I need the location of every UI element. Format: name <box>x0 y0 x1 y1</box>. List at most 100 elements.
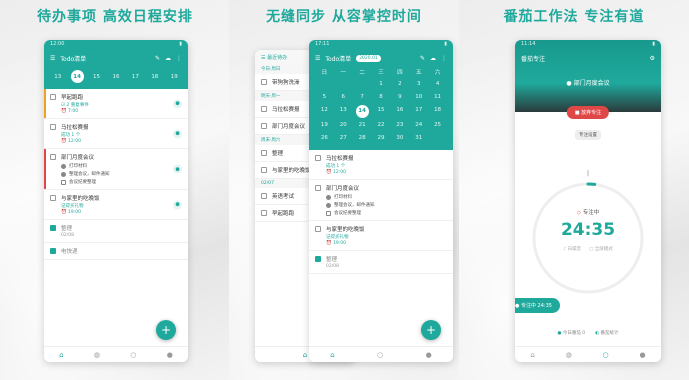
calendar-day[interactable]: 16 <box>390 105 409 116</box>
calendar-day[interactable]: 26 <box>315 133 334 144</box>
task-checkbox[interactable] <box>50 195 56 201</box>
date-chip[interactable]: 16 <box>109 70 122 83</box>
subtask-item[interactable]: 打印材料 <box>326 194 375 200</box>
task-row[interactable]: 部门月度会议 打印材料 整理会议，邮件通知 会议纪要整理 <box>309 180 453 221</box>
drop-icon[interactable]: ◍ <box>94 351 100 359</box>
menu-icon[interactable]: ☰ <box>50 55 55 62</box>
calendar-day[interactable]: 25 <box>428 120 447 131</box>
date-chip[interactable]: 14 <box>70 70 84 83</box>
home-icon[interactable]: ⌂ <box>59 351 63 359</box>
task-row[interactable]: 马拉松赛报 成功 1 个 ⏰ 12:00 ● <box>44 119 188 149</box>
circle-icon[interactable]: ○ <box>377 351 383 359</box>
task-checkbox[interactable] <box>50 225 56 231</box>
today-stat[interactable]: ● 今日番茄 0 <box>557 330 585 336</box>
sync-icon[interactable]: ✎ <box>155 55 160 62</box>
task-checkbox[interactable] <box>50 248 56 254</box>
subtask-item[interactable]: 打印材料 <box>61 163 110 169</box>
date-chip[interactable]: 15 <box>90 70 103 83</box>
task-checkbox[interactable] <box>261 150 267 156</box>
date-chip[interactable]: 18 <box>148 70 161 83</box>
task-row[interactable]: 电快递 <box>44 243 188 260</box>
more-icon[interactable]: ⋮ <box>441 55 447 62</box>
calendar-day[interactable]: 27 <box>334 133 353 144</box>
task-checkbox[interactable] <box>315 185 321 191</box>
task-checkbox[interactable] <box>261 167 267 173</box>
fullscreen-option[interactable]: ▢ 全屏模式 <box>589 246 613 252</box>
calendar-day[interactable]: 31 <box>409 133 428 144</box>
subtask-item[interactable]: 会议纪要整理 <box>326 210 375 216</box>
calendar-day[interactable]: 14 <box>355 105 369 118</box>
subtask-item[interactable]: 整理会议，邮件通知 <box>61 171 110 177</box>
task-row[interactable]: 马拉松赛报 成功 1 个 ⏰ 12:00 <box>309 150 453 180</box>
month-badge[interactable]: 2020.01 <box>356 54 381 62</box>
mic-icon[interactable]: ● <box>173 99 182 108</box>
calendar-day[interactable]: 10 <box>409 92 428 103</box>
person-icon[interactable]: ● <box>426 351 432 359</box>
date-chip[interactable]: 19 <box>168 70 181 83</box>
calendar-day[interactable]: 19 <box>315 120 334 131</box>
person-icon[interactable]: ● <box>167 351 173 359</box>
calendar-day[interactable]: 3 <box>409 79 428 90</box>
task-row[interactable]: 与家里的吃晚饭 记得买礼物 ⏰ 19:00 <box>309 221 453 251</box>
task-checkbox[interactable] <box>50 154 56 160</box>
calendar-day[interactable]: 2 <box>390 79 409 90</box>
task-checkbox[interactable] <box>261 79 267 85</box>
calendar-day[interactable]: 22 <box>372 120 391 131</box>
calendar-day[interactable]: 7 <box>353 92 372 103</box>
task-checkbox[interactable] <box>315 226 321 232</box>
calendar-day[interactable]: 23 <box>390 120 409 131</box>
circle-icon[interactable]: ○ <box>130 351 136 359</box>
mic-icon[interactable]: ● <box>173 164 182 174</box>
calendar-day[interactable]: 6 <box>334 92 353 103</box>
menu-icon[interactable]: ☰ <box>315 55 320 62</box>
task-checkbox[interactable] <box>50 94 56 100</box>
task-row[interactable]: 早起跑跑 ☑ 2 重复事件 ⏰ 7:00 ● <box>44 89 188 119</box>
task-checkbox[interactable] <box>261 210 267 216</box>
white-noise-option[interactable]: ♪ 白噪音 <box>563 246 581 252</box>
calendar-day[interactable]: 9 <box>390 92 409 103</box>
person-icon[interactable]: ● <box>639 351 645 359</box>
subtask-item[interactable]: 会议纪要整理 <box>61 179 110 185</box>
sync-icon[interactable]: ✎ <box>420 55 425 62</box>
calendar-day[interactable]: 24 <box>409 120 428 131</box>
more-icon[interactable]: ⋮ <box>176 55 182 62</box>
home-icon[interactable]: ⌂ <box>530 351 534 359</box>
calendar-day[interactable]: 11 <box>428 92 447 103</box>
calendar-day[interactable]: 17 <box>409 105 428 116</box>
home-icon[interactable]: ⌂ <box>330 351 334 359</box>
task-row[interactable]: 整理 02/08 <box>309 251 453 274</box>
subtask-item[interactable]: 整理会议，邮件通知 <box>326 202 375 208</box>
floating-focus-chip[interactable]: ● 专注中 24:35 <box>515 298 560 313</box>
calendar-day[interactable]: 30 <box>390 133 409 144</box>
task-checkbox[interactable] <box>50 124 56 130</box>
calendar-day[interactable]: 18 <box>428 105 447 116</box>
pause-button[interactable]: ‖ <box>587 170 590 177</box>
cloud-icon[interactable]: ☁ <box>165 55 171 62</box>
calendar-day[interactable]: 21 <box>353 120 372 131</box>
calendar-day[interactable]: 28 <box>353 133 372 144</box>
task-checkbox[interactable] <box>261 123 267 129</box>
task-checkbox[interactable] <box>261 193 267 199</box>
add-task-button[interactable]: + <box>156 320 176 340</box>
mic-icon[interactable]: ● <box>173 129 182 138</box>
date-chip[interactable]: 13 <box>51 70 64 83</box>
calendar-day[interactable]: 13 <box>334 105 353 116</box>
calendar-day[interactable]: 5 <box>315 92 334 103</box>
calendar-day[interactable]: 1 <box>372 79 391 90</box>
calendar-day[interactable]: 12 <box>315 105 334 116</box>
calendar-day[interactable]: 29 <box>372 133 391 144</box>
calendar-day[interactable]: 8 <box>372 92 391 103</box>
date-chip[interactable]: 17 <box>129 70 142 83</box>
stats-link[interactable]: ◐ 番茄统计 <box>595 330 618 336</box>
task-row[interactable]: 整理 02/08 <box>44 220 188 243</box>
calendar-day[interactable]: 15 <box>372 105 391 116</box>
task-checkbox[interactable] <box>315 155 321 161</box>
task-row[interactable]: 部门月度会议 打印材料 整理会议，邮件通知 会议纪要整理 ● <box>44 149 188 190</box>
task-checkbox[interactable] <box>261 106 267 112</box>
calendar-day[interactable]: 20 <box>334 120 353 131</box>
settings-icon[interactable]: ⚙ <box>650 55 655 62</box>
mic-icon[interactable]: ● <box>173 200 182 209</box>
focus-settings-tag[interactable]: 专注设置 <box>575 130 601 140</box>
add-task-button[interactable]: + <box>421 320 441 340</box>
cloud-icon[interactable]: ☁ <box>430 55 436 62</box>
